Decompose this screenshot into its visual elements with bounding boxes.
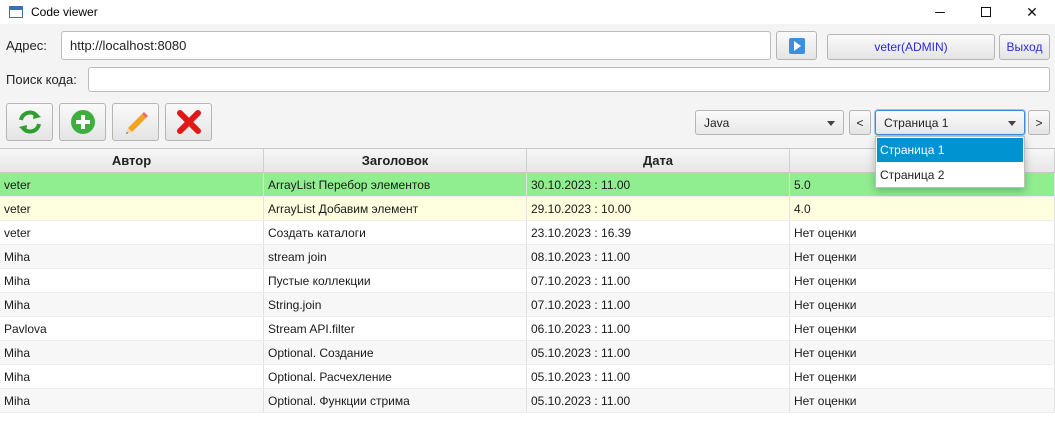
- connect-button[interactable]: [776, 31, 817, 60]
- cell-date: 07.10.2023 : 11.00: [527, 269, 790, 292]
- table-row[interactable]: veter Создать каталоги 23.10.2023 : 16.39 Н…: [0, 221, 1055, 245]
- cell-author: Miha: [0, 341, 264, 364]
- title-bar: Code viewer ✕: [0, 0, 1055, 24]
- delete-icon: [176, 110, 201, 134]
- edit-button[interactable]: [112, 103, 159, 141]
- chevron-down-icon: [827, 121, 835, 126]
- cell-rating: Нет оценки: [790, 269, 1055, 292]
- code-table: Автор Заголовок Дата veter ArrayList Пере…: [0, 148, 1055, 423]
- app-icon: [9, 6, 23, 18]
- cell-author: veter: [0, 221, 264, 244]
- search-input[interactable]: [88, 67, 1050, 92]
- play-icon: [788, 37, 805, 54]
- cell-title: stream join: [264, 245, 527, 268]
- address-input[interactable]: [61, 31, 771, 60]
- cell-rating: Нет оценки: [790, 365, 1055, 388]
- cell-author: Miha: [0, 293, 264, 316]
- language-select[interactable]: Java: [695, 110, 844, 135]
- cell-date: 05.10.2023 : 11.00: [527, 341, 790, 364]
- cell-author: Miha: [0, 245, 264, 268]
- table-row[interactable]: Miha String.join 07.10.2023 : 11.00 Нет оце…: [0, 293, 1055, 317]
- cell-author: Miha: [0, 269, 264, 292]
- cell-title: Пустые коллекции: [264, 269, 527, 292]
- page-dropdown-list: Страница 1 Страница 2: [875, 136, 1025, 188]
- table-row[interactable]: Miha Optional. Создание 05.10.2023 : 11.00…: [0, 341, 1055, 365]
- cell-date: 06.10.2023 : 11.00: [527, 317, 790, 340]
- cell-rating: Нет оценки: [790, 317, 1055, 340]
- close-icon: ✕: [1026, 3, 1038, 20]
- chevron-down-icon: [1008, 121, 1016, 126]
- window-title: Code viewer: [31, 5, 98, 19]
- cell-title: Создать каталоги: [264, 221, 527, 244]
- refresh-button[interactable]: [6, 103, 53, 141]
- cell-title: Stream API.filter: [264, 317, 527, 340]
- cell-title: ArrayList Перебор элементов: [264, 173, 527, 196]
- cell-title: String.join: [264, 293, 527, 316]
- page-option[interactable]: Страница 2: [877, 163, 1023, 187]
- table-row[interactable]: Miha Optional. Расчехление 05.10.2023 : 11…: [0, 365, 1055, 389]
- cell-date: 29.10.2023 : 10.00: [527, 197, 790, 220]
- address-label: Адрес:: [6, 38, 47, 53]
- add-button[interactable]: [59, 103, 106, 141]
- cell-author: Miha: [0, 365, 264, 388]
- delete-button[interactable]: [165, 103, 212, 141]
- edit-icon: [125, 112, 148, 134]
- refresh-icon: [18, 110, 41, 134]
- cell-title: Optional. Функции стрима: [264, 389, 527, 412]
- cell-author: veter: [0, 173, 264, 196]
- cell-rating: Нет оценки: [790, 341, 1055, 364]
- cell-date: 07.10.2023 : 11.00: [527, 293, 790, 316]
- cell-title: Optional. Создание: [264, 341, 527, 364]
- logout-button[interactable]: Выход: [999, 34, 1050, 60]
- page-select-value: Страница 1: [884, 115, 949, 130]
- minimize-icon: [935, 11, 945, 13]
- cell-rating: Нет оценки: [790, 389, 1055, 412]
- maximize-icon: [981, 7, 991, 17]
- cell-rating: Нет оценки: [790, 293, 1055, 316]
- column-header-date[interactable]: Дата: [527, 149, 790, 172]
- cell-author: veter: [0, 197, 264, 220]
- table-row[interactable]: Pavlova Stream API.filter 06.10.2023 : 11.…: [0, 317, 1055, 341]
- cell-title: Optional. Расчехление: [264, 365, 527, 388]
- table-row[interactable]: Miha stream join 08.10.2023 : 11.00 Нет оце…: [0, 245, 1055, 269]
- next-page-button[interactable]: >: [1028, 110, 1050, 135]
- table-body: veter ArrayList Перебор элементов 30.10.20…: [0, 173, 1055, 413]
- column-header-author[interactable]: Автор: [0, 149, 264, 172]
- add-icon: [70, 110, 95, 134]
- cell-rating: 4.0: [790, 197, 1055, 220]
- prev-page-button[interactable]: <: [849, 110, 871, 135]
- cell-rating: Нет оценки: [790, 245, 1055, 268]
- table-row[interactable]: veter ArrayList Добавим элемент 29.10.2023…: [0, 197, 1055, 221]
- column-header-title[interactable]: Заголовок: [264, 149, 527, 172]
- cell-author: Miha: [0, 389, 264, 412]
- table-row[interactable]: Miha Пустые коллекции 07.10.2023 : 11.00 Не…: [0, 269, 1055, 293]
- cell-date: 23.10.2023 : 16.39: [527, 221, 790, 244]
- cell-author: Pavlova: [0, 317, 264, 340]
- table-row[interactable]: Miha Optional. Функции стрима 05.10.2023 :…: [0, 389, 1055, 413]
- maximize-button[interactable]: [963, 0, 1009, 24]
- cell-rating: Нет оценки: [790, 221, 1055, 244]
- page-option[interactable]: Страница 1: [877, 138, 1023, 162]
- page-select[interactable]: Страница 1: [875, 110, 1025, 135]
- minimize-button[interactable]: [917, 0, 963, 24]
- cell-title: ArrayList Добавим элемент: [264, 197, 527, 220]
- cell-date: 05.10.2023 : 11.00: [527, 389, 790, 412]
- cell-date: 30.10.2023 : 11.00: [527, 173, 790, 196]
- search-label: Поиск кода:: [6, 72, 77, 87]
- user-button[interactable]: veter(ADMIN): [827, 34, 995, 60]
- cell-date: 08.10.2023 : 11.00: [527, 245, 790, 268]
- language-select-value: Java: [704, 115, 730, 130]
- cell-date: 05.10.2023 : 11.00: [527, 365, 790, 388]
- close-button[interactable]: ✕: [1009, 0, 1055, 24]
